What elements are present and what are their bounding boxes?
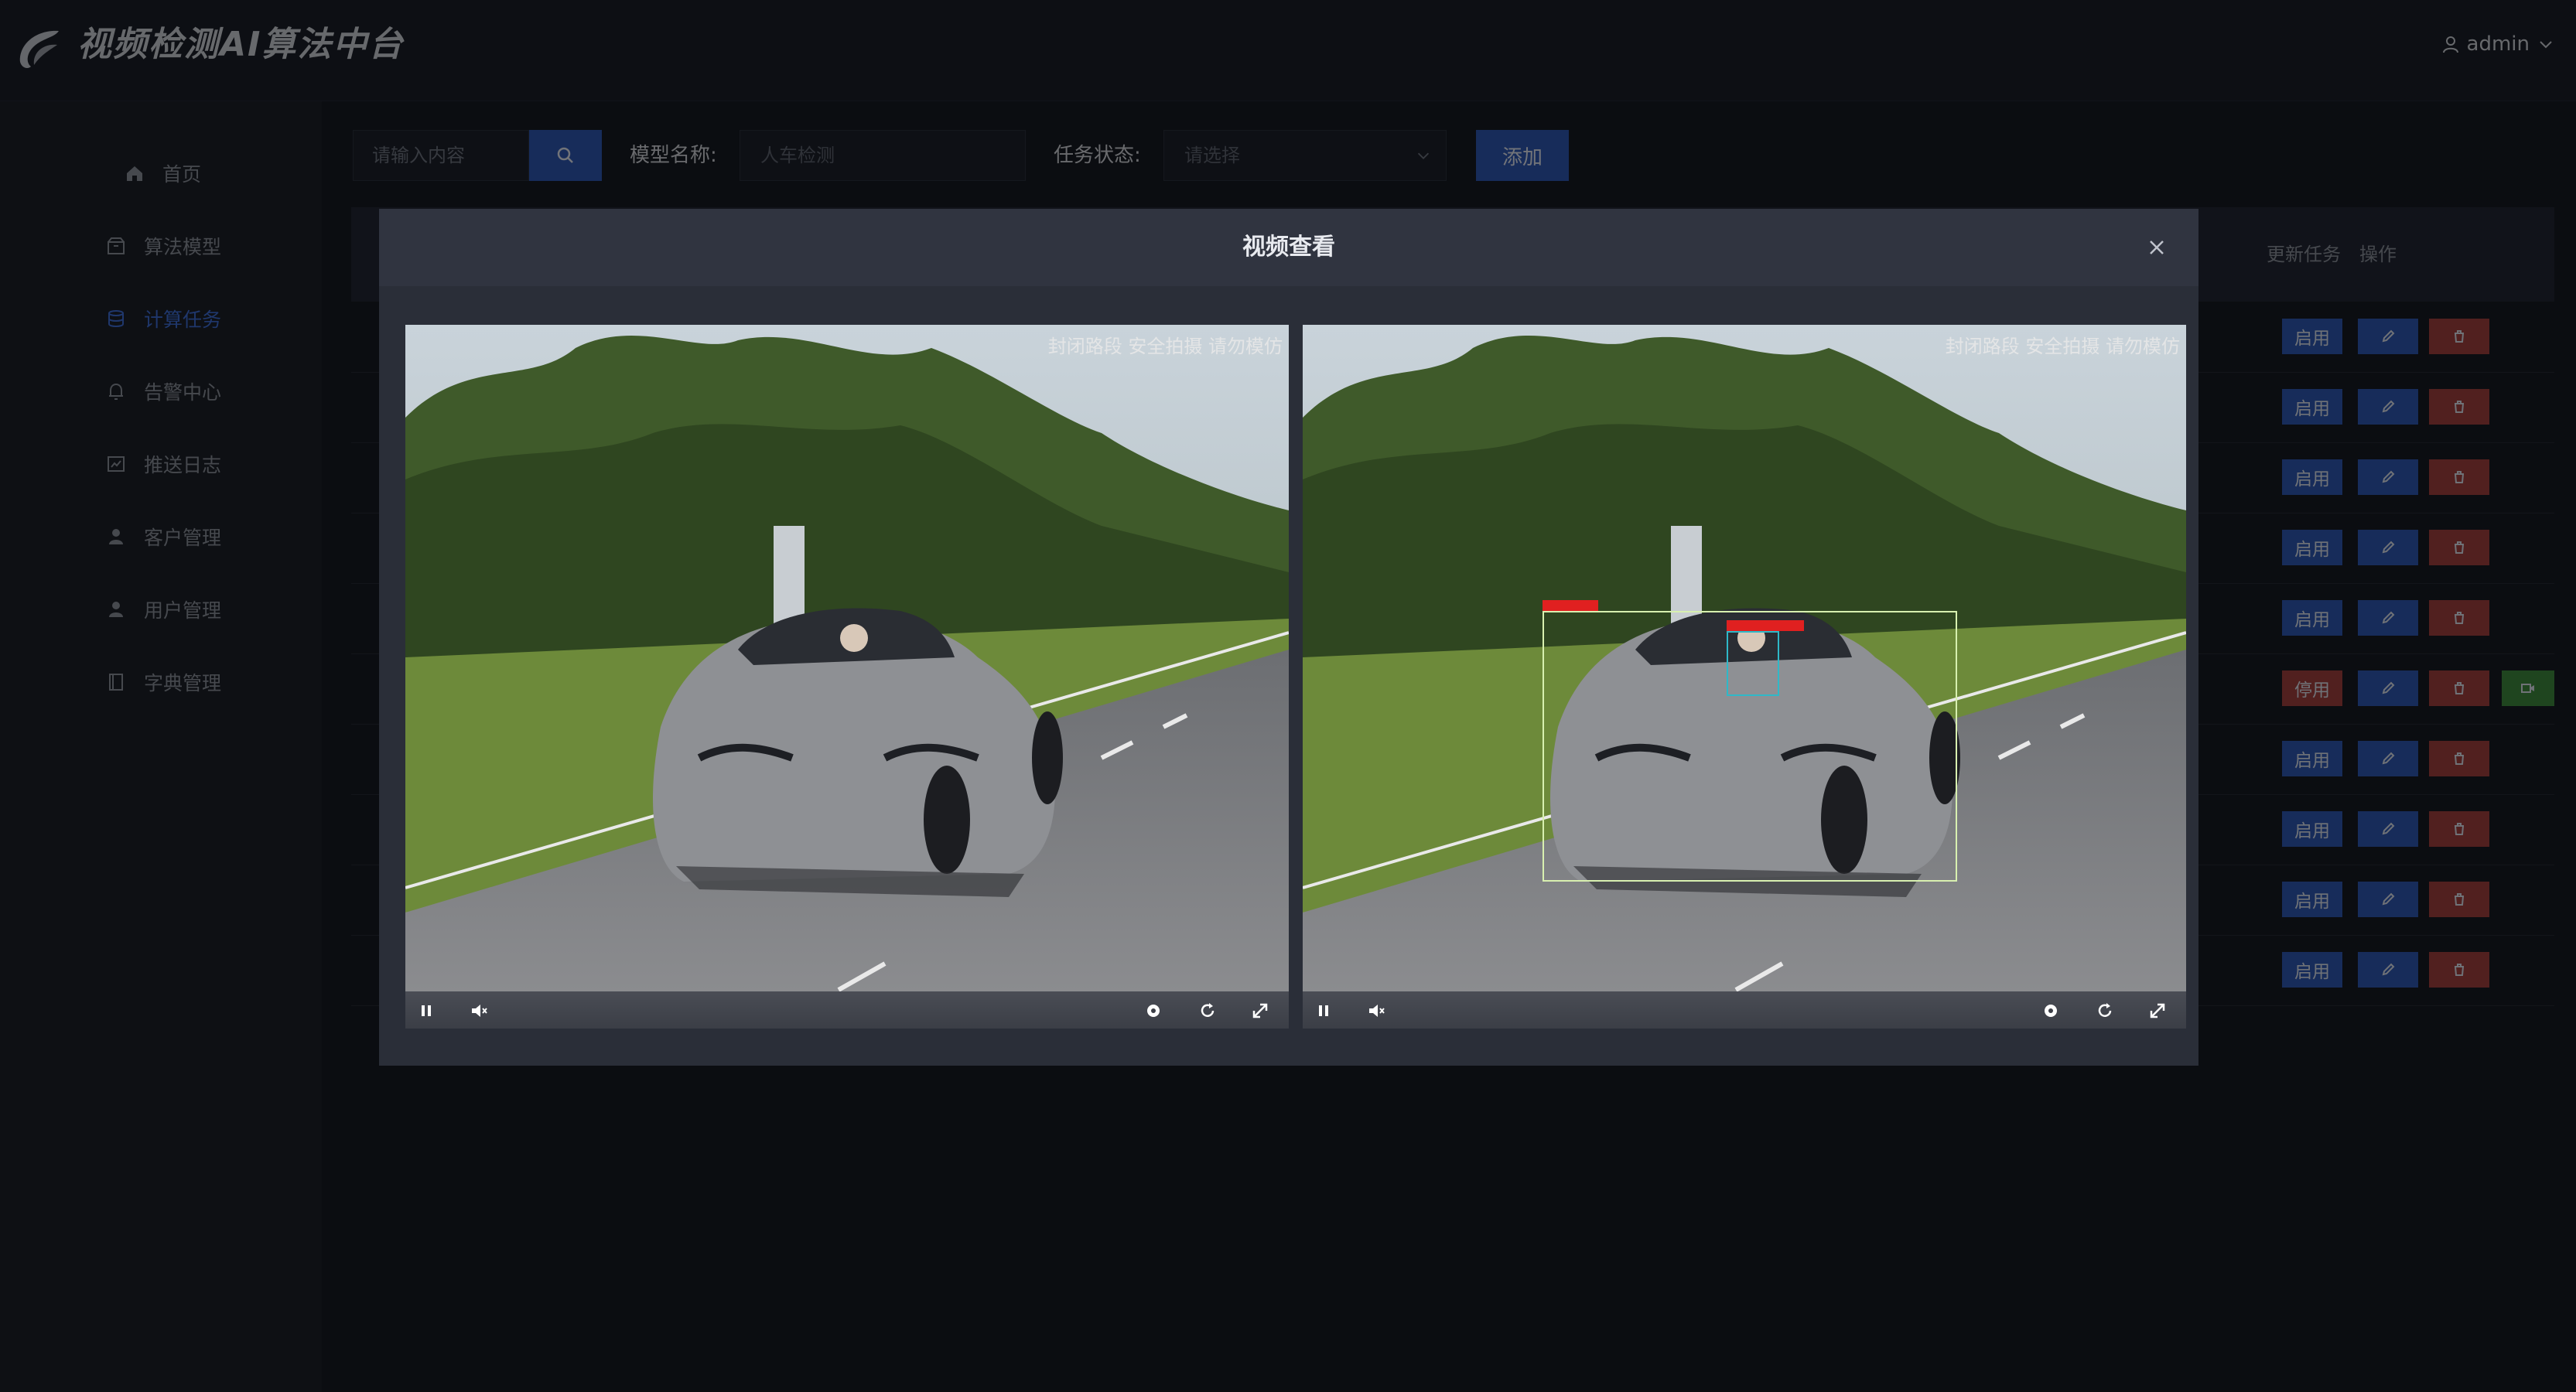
- settings-button[interactable]: [1143, 1001, 1163, 1021]
- close-button[interactable]: [2144, 235, 2169, 260]
- video-controls: [1303, 991, 2186, 1029]
- pause-button[interactable]: [1314, 1001, 1334, 1021]
- refresh-button[interactable]: [2095, 1001, 2115, 1021]
- fullscreen-icon: [1252, 1003, 1268, 1018]
- close-icon: [2150, 241, 2164, 254]
- fullscreen-button[interactable]: [2147, 1001, 2168, 1021]
- video-watermark: 封闭路段 安全拍摄 请勿模仿: [1945, 336, 2180, 357]
- mute-button[interactable]: [469, 1001, 489, 1021]
- refresh-button[interactable]: [1197, 1001, 1218, 1021]
- face-detection-box: [1727, 631, 1779, 696]
- refresh-icon: [1201, 1003, 1215, 1017]
- video-controls: [405, 991, 1289, 1029]
- car-detection-tag: [1543, 600, 1598, 611]
- pause-icon: [422, 1005, 431, 1016]
- pause-icon: [1319, 1005, 1328, 1016]
- gear-icon: [1147, 1005, 1160, 1017]
- dialog-title: 视频查看: [1242, 234, 1335, 261]
- video-view-dialog: 视频查看 封闭路段 安全拍摄 请勿模仿 封闭路段 安全拍摄 请勿模仿: [379, 209, 2198, 1066]
- original-video-player[interactable]: 封闭路段 安全拍摄 请勿模仿: [405, 325, 1289, 1029]
- mute-button[interactable]: [1366, 1001, 1386, 1021]
- refresh-icon: [2098, 1003, 2112, 1017]
- detection-video-player[interactable]: 封闭路段 安全拍摄 请勿模仿: [1303, 325, 2186, 1029]
- face-detection-tag: [1727, 620, 1804, 631]
- video-frame: [405, 325, 1289, 991]
- fullscreen-button[interactable]: [1250, 1001, 1270, 1021]
- pause-button[interactable]: [416, 1001, 436, 1021]
- speaker-muted-icon: [472, 1005, 487, 1017]
- settings-button[interactable]: [2041, 1001, 2061, 1021]
- speaker-muted-icon: [1369, 1005, 1385, 1017]
- video-watermark: 封闭路段 安全拍摄 请勿模仿: [1047, 336, 1283, 357]
- gear-icon: [2045, 1005, 2057, 1017]
- dialog-header: 视频查看: [379, 209, 2198, 286]
- fullscreen-icon: [2150, 1003, 2165, 1018]
